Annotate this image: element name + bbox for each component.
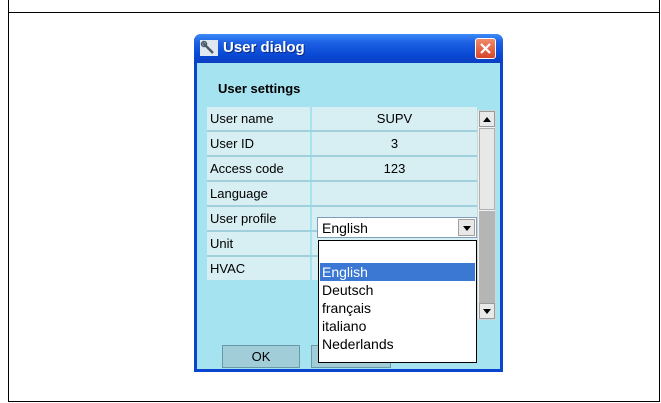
language-select-value: English bbox=[322, 220, 368, 236]
language-select[interactable]: English bbox=[317, 217, 477, 238]
scroll-up-icon bbox=[483, 117, 491, 122]
value-user-id[interactable]: 3 bbox=[312, 132, 477, 155]
value-user-name[interactable]: SUPV bbox=[312, 107, 477, 130]
row-language: Language bbox=[207, 182, 477, 207]
label-access-code: Access code bbox=[207, 157, 310, 180]
scroll-track[interactable] bbox=[479, 211, 495, 303]
scroll-down-icon bbox=[483, 309, 491, 314]
label-user-profile: User profile bbox=[207, 207, 310, 230]
scroll-down-button[interactable] bbox=[479, 303, 495, 319]
row-user-name: User name SUPV bbox=[207, 107, 477, 132]
language-dropdown-list[interactable]: English Deutsch français italiano Nederl… bbox=[318, 240, 477, 363]
value-access-code[interactable]: 123 bbox=[312, 157, 477, 180]
label-language: Language bbox=[207, 182, 310, 205]
title-bar[interactable]: User dialog bbox=[194, 34, 503, 63]
row-access-code: Access code 123 bbox=[207, 157, 477, 182]
ok-button[interactable]: OK bbox=[222, 345, 300, 368]
option-nederlands[interactable]: Nederlands bbox=[320, 335, 475, 353]
row-user-id: User ID 3 bbox=[207, 132, 477, 157]
close-icon bbox=[480, 43, 491, 54]
dialog-title: User dialog bbox=[223, 39, 305, 56]
value-language-cell bbox=[312, 182, 477, 205]
option-italiano[interactable]: italiano bbox=[320, 317, 475, 335]
label-unit: Unit bbox=[207, 232, 310, 255]
label-hvac: HVAC bbox=[207, 257, 310, 280]
scroll-up-button[interactable] bbox=[479, 111, 495, 127]
option-english[interactable]: English bbox=[320, 263, 475, 281]
language-dropdown-button[interactable] bbox=[458, 219, 475, 236]
dialog-body: User settings User name SUPV User ID 3 A… bbox=[197, 63, 500, 369]
user-dialog-window: User dialog User settings User name SUPV… bbox=[194, 34, 503, 372]
vertical-scrollbar[interactable] bbox=[477, 110, 496, 320]
section-title: User settings bbox=[218, 81, 301, 96]
chevron-down-icon bbox=[463, 226, 471, 231]
label-user-id: User ID bbox=[207, 132, 310, 155]
option-deutsch[interactable]: Deutsch bbox=[320, 281, 475, 299]
option-francais[interactable]: français bbox=[320, 299, 475, 317]
label-user-name: User name bbox=[207, 107, 310, 130]
close-button[interactable] bbox=[475, 38, 496, 59]
wrench-icon bbox=[200, 40, 218, 56]
scroll-thumb[interactable] bbox=[479, 128, 495, 210]
